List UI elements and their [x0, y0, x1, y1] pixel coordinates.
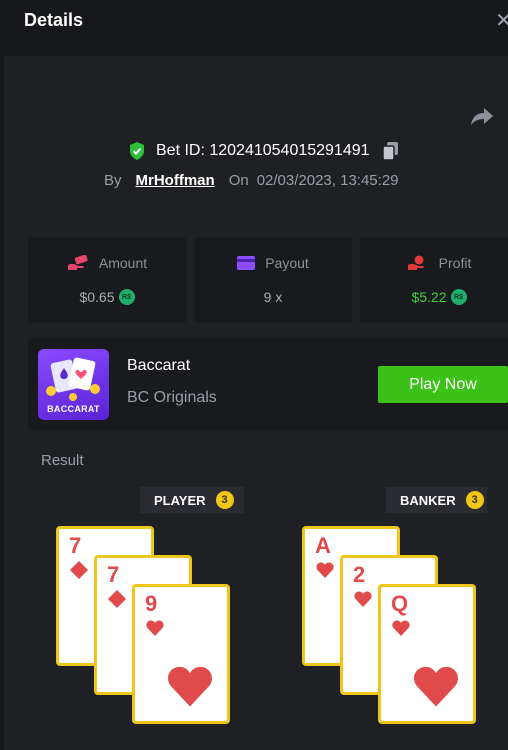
baccarat-cards-icon: [46, 357, 100, 401]
result-label: Result: [41, 452, 84, 469]
game-row: BACCARAT Baccarat BC Originals Play Now: [28, 338, 508, 430]
payout-value: 9 x: [263, 289, 283, 305]
amount-value: $0.65: [79, 289, 115, 305]
game-thumbnail-label: BACCARAT: [47, 404, 100, 414]
copy-icon[interactable]: [381, 141, 400, 161]
username-link[interactable]: MrHoffman: [136, 172, 215, 189]
close-icon[interactable]: ✕: [495, 8, 508, 33]
heart-icon: [316, 562, 334, 578]
profit-value: $5.22: [411, 289, 447, 305]
heart-icon: [354, 591, 372, 607]
banker-count-badge: 3: [465, 491, 484, 509]
card-rank: 7: [107, 562, 120, 587]
heart-icon: [168, 666, 212, 707]
card-rank: 7: [69, 533, 82, 558]
heart-icon: [414, 666, 458, 707]
amount-label: Amount: [98, 255, 148, 271]
page-title: Details: [24, 10, 84, 30]
game-provider: BC Originals: [127, 389, 217, 406]
banker-badge: BANKER 3: [386, 487, 487, 513]
card-rank: A: [315, 533, 331, 558]
play-now-button[interactable]: Play Now: [378, 366, 508, 403]
by-label: By: [104, 172, 122, 189]
banker-label: BANKER: [400, 492, 456, 508]
share-icon[interactable]: [470, 106, 494, 126]
player-label: PLAYER: [154, 492, 206, 508]
banker-card-3: Q: [378, 584, 476, 724]
bet-id: Bet ID: 120241054015291491: [156, 142, 370, 159]
heart-icon: [146, 620, 164, 636]
shield-check-icon: [130, 142, 144, 160]
payout-stat: Payout 9 x: [194, 237, 352, 323]
coin-icon: R$: [450, 289, 467, 305]
profit-label: Profit: [438, 255, 472, 271]
diamond-icon: [108, 590, 126, 608]
card-rank: 9: [145, 591, 158, 616]
bet-datetime: 02/03/2023, 13:45:29: [256, 172, 399, 189]
profit-hand-icon: [407, 255, 424, 270]
profit-stat: Profit $5.22 R$: [360, 237, 508, 323]
card-icon: [237, 256, 256, 270]
diamond-icon: [70, 561, 88, 579]
bet-id-row: Bet ID: 120241054015291491: [128, 140, 400, 162]
player-count-badge: 3: [215, 491, 234, 509]
game-thumbnail[interactable]: BACCARAT: [38, 349, 109, 420]
amount-stat: Amount $0.65 R$: [28, 237, 186, 323]
payout-label: Payout: [265, 255, 309, 271]
card-rank: 2: [353, 562, 366, 587]
heart-icon: [392, 620, 410, 636]
byline: By MrHoffman On 02/03/2023, 13:45:29: [104, 172, 399, 189]
card-rank: Q: [391, 591, 409, 616]
player-card-3: 9: [132, 584, 230, 724]
game-name: Baccarat: [127, 357, 191, 374]
player-badge: PLAYER 3: [140, 487, 244, 513]
on-label: On: [228, 172, 249, 189]
money-hand-icon: [67, 255, 88, 270]
coin-icon: R$: [118, 289, 135, 305]
header: Details ✕: [0, 0, 508, 56]
